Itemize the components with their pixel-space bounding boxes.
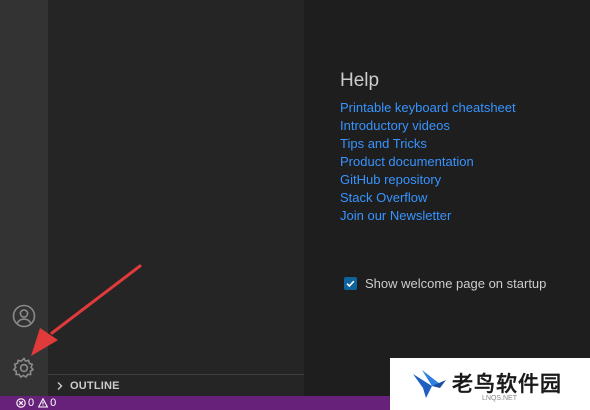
link-introductory-videos[interactable]: Introductory videos	[340, 118, 450, 133]
watermark-logo: 老鸟软件园 LNQS.NET	[390, 358, 590, 410]
link-stack-overflow[interactable]: Stack Overflow	[340, 190, 427, 205]
errors-count: 0	[28, 397, 35, 409]
link-github-repository[interactable]: GitHub repository	[340, 172, 441, 187]
warnings-count: 0	[50, 397, 57, 409]
warning-icon	[38, 398, 49, 408]
show-on-startup-checkbox[interactable]	[344, 277, 357, 290]
link-keyboard-cheatsheet[interactable]: Printable keyboard cheatsheet	[340, 100, 516, 115]
link-newsletter[interactable]: Join our Newsletter	[340, 208, 451, 223]
error-icon	[16, 398, 26, 408]
watermark-text: 老鸟软件园	[452, 372, 562, 396]
watermark-subtext: LNQS.NET	[482, 395, 518, 402]
gear-icon[interactable]	[12, 356, 36, 380]
help-heading: Help	[340, 70, 380, 91]
sidebar: OUTLINE	[48, 0, 304, 396]
account-icon[interactable]	[12, 304, 36, 328]
link-tips-and-tricks[interactable]: Tips and Tricks	[340, 136, 427, 151]
errors-indicator[interactable]: 0	[16, 397, 34, 409]
bird-logo-icon	[413, 370, 446, 398]
outline-section-header[interactable]: OUTLINE	[48, 374, 304, 396]
welcome-page: Help Printable keyboard cheatsheet Intro…	[304, 0, 590, 396]
chevron-right-icon	[54, 380, 66, 392]
outline-label: OUTLINE	[70, 379, 120, 392]
link-product-documentation[interactable]: Product documentation	[340, 154, 474, 169]
activity-bar	[0, 0, 48, 396]
show-on-startup-row: Show welcome page on startup	[344, 276, 546, 291]
help-links-list: Printable keyboard cheatsheet Introducto…	[340, 99, 516, 225]
warnings-indicator[interactable]: 0	[38, 397, 56, 409]
show-on-startup-label: Show welcome page on startup	[365, 276, 547, 291]
